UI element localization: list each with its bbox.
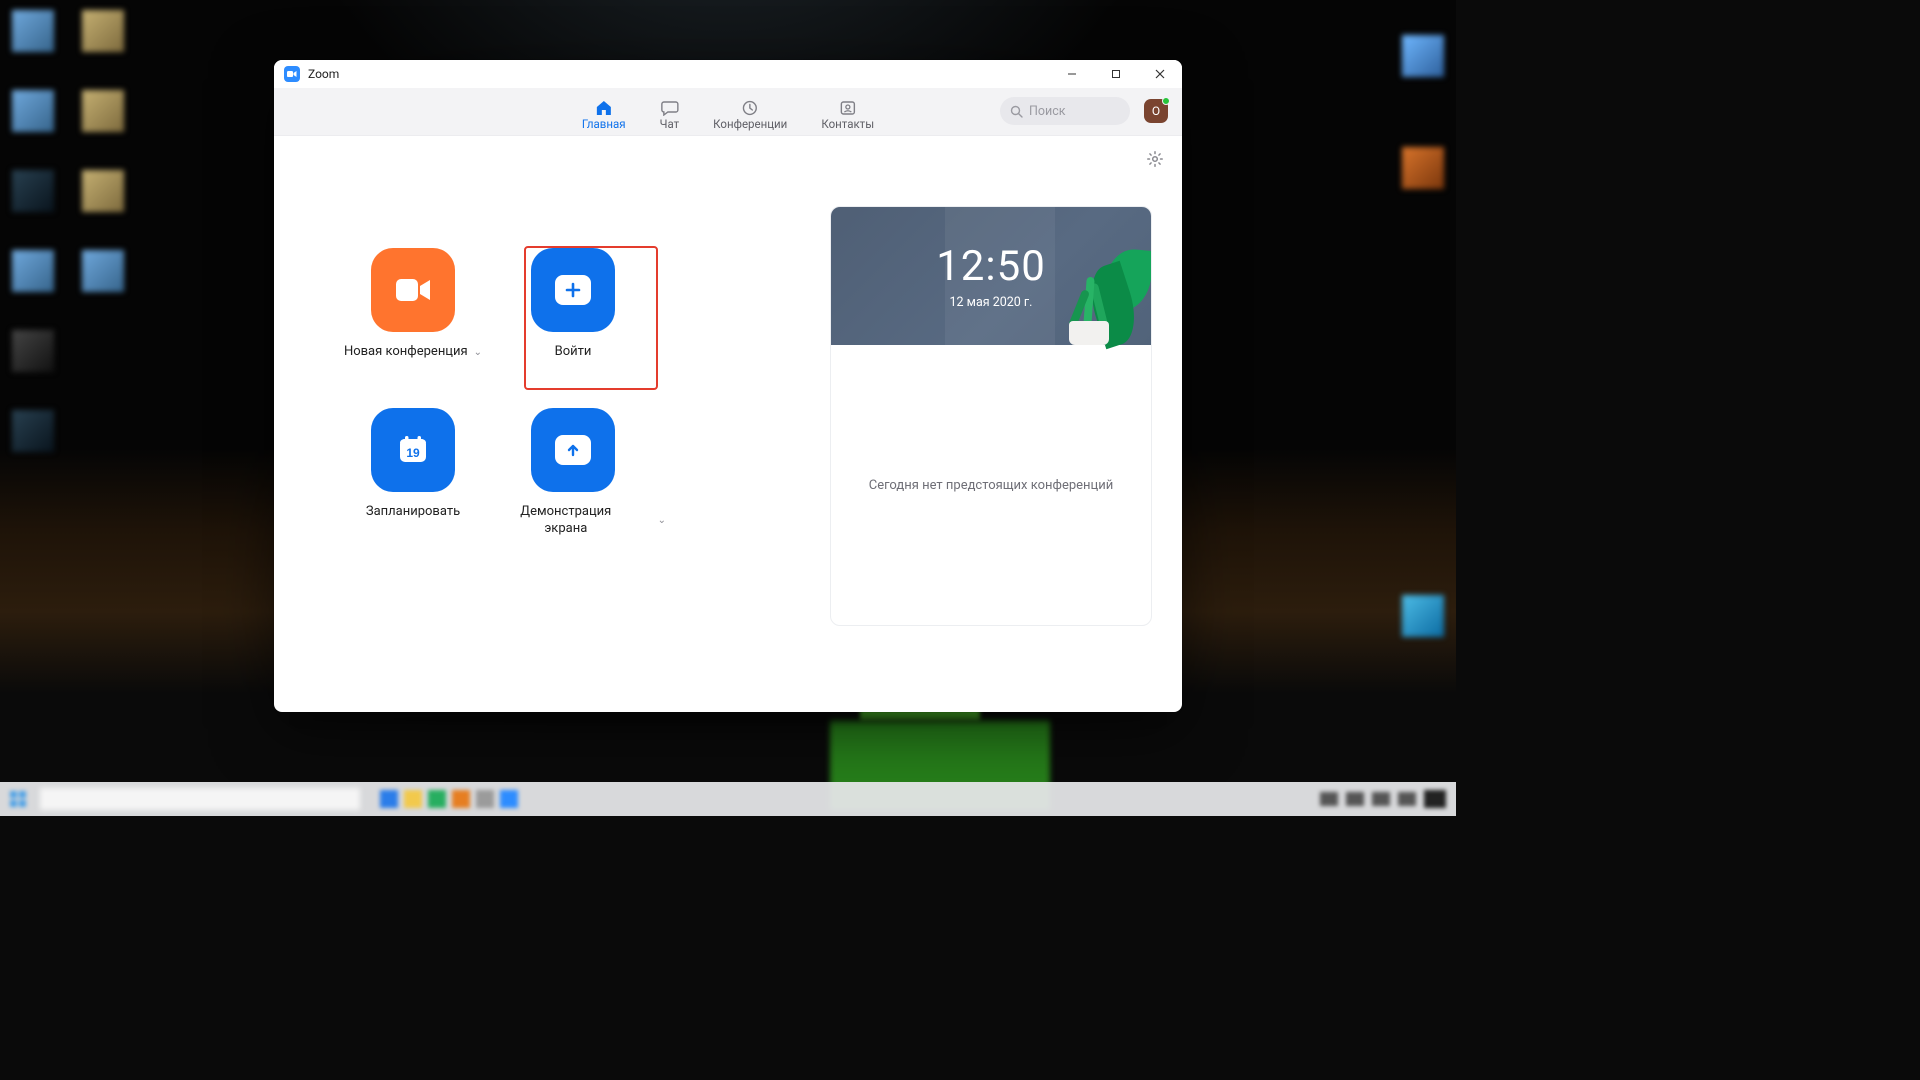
desktop-icon[interactable]: [82, 90, 124, 132]
plant-decoration: [1069, 321, 1109, 345]
schedule-button[interactable]: 19 Запланировать: [338, 408, 488, 568]
arrow-up-icon: [555, 435, 591, 465]
system-tray[interactable]: [1320, 790, 1446, 808]
join-tile[interactable]: [531, 248, 615, 332]
new-meeting-button[interactable]: Новая конференция ⌄: [338, 248, 488, 408]
clock-icon: [741, 100, 759, 116]
join-button[interactable]: Войти: [498, 248, 648, 408]
tray-icon[interactable]: [1346, 792, 1364, 806]
action-label: Запланировать: [366, 504, 460, 521]
schedule-tile[interactable]: 19: [371, 408, 455, 492]
desktop-icon[interactable]: [12, 90, 54, 132]
home-actions: Новая конференция ⌄ Войти: [338, 248, 648, 568]
content-area: Новая конференция ⌄ Войти: [274, 136, 1182, 712]
desktop-icon[interactable]: [12, 410, 54, 452]
taskbar-app-icon[interactable]: [452, 790, 470, 808]
taskbar-app-icon[interactable]: [476, 790, 494, 808]
desktop-icon[interactable]: [12, 250, 54, 292]
settings-button[interactable]: [1146, 150, 1164, 172]
taskbar-app-icon[interactable]: [404, 790, 422, 808]
plus-icon: [555, 275, 591, 305]
chevron-down-icon[interactable]: ⌄: [474, 346, 482, 359]
desktop-icon[interactable]: [12, 170, 54, 212]
maximize-button[interactable]: [1094, 60, 1138, 88]
tab-meetings[interactable]: Конференции: [711, 96, 789, 135]
tab-contacts[interactable]: Контакты: [819, 96, 876, 135]
tray-icon[interactable]: [1320, 792, 1338, 806]
share-screen-tile[interactable]: [531, 408, 615, 492]
desktop-icons-left: [12, 10, 124, 452]
window-shadow: [294, 714, 1162, 724]
desktop-icon[interactable]: [12, 10, 54, 52]
action-label: Войти: [555, 344, 592, 361]
start-button[interactable]: [0, 782, 36, 816]
titlebar[interactable]: Zoom: [274, 60, 1182, 88]
taskbar-search[interactable]: [40, 788, 360, 810]
action-label: Новая конференция: [344, 344, 468, 361]
presence-indicator: [1162, 97, 1170, 105]
desktop-icon[interactable]: [1402, 595, 1444, 637]
desktop-icon[interactable]: [12, 330, 54, 372]
tray-icon[interactable]: [1424, 790, 1446, 808]
chat-icon: [660, 100, 678, 116]
tray-icon[interactable]: [1398, 792, 1416, 806]
zoom-app-icon: [284, 66, 300, 82]
desktop-icon[interactable]: [1402, 147, 1444, 189]
svg-text:19: 19: [406, 446, 420, 460]
tab-home[interactable]: Главная: [580, 96, 628, 135]
chevron-down-icon[interactable]: ⌄: [658, 514, 666, 527]
desktop-icons-right: [1402, 35, 1444, 637]
tab-chat[interactable]: Чат: [658, 96, 682, 135]
video-icon: [392, 273, 434, 307]
new-meeting-tile[interactable]: [371, 248, 455, 332]
taskbar-app-icon[interactable]: [380, 790, 398, 808]
zoom-window: Zoom Главная Чат Конференции Контакты: [274, 60, 1182, 712]
desktop-icon[interactable]: [1402, 35, 1444, 77]
tab-label: Контакты: [821, 117, 874, 131]
share-screen-button[interactable]: Демонстрация экрана ⌄: [498, 408, 648, 568]
contacts-icon: [839, 100, 857, 116]
calendar-icon: 19: [391, 428, 435, 472]
desktop-icon[interactable]: [82, 250, 124, 292]
upcoming-card: 12:50 12 мая 2020 г. Сегодня нет предсто…: [830, 206, 1152, 626]
avatar-initial: О: [1152, 104, 1160, 118]
minimize-button[interactable]: [1050, 60, 1094, 88]
search-placeholder: Поиск: [1029, 104, 1066, 119]
close-button[interactable]: [1138, 60, 1182, 88]
clock-panel: 12:50 12 мая 2020 г.: [831, 207, 1151, 345]
action-label: Демонстрация экрана: [498, 504, 634, 538]
avatar[interactable]: О: [1144, 99, 1168, 123]
taskbar-pinned: [380, 790, 518, 808]
taskbar[interactable]: [0, 782, 1456, 816]
tray-icon[interactable]: [1372, 792, 1390, 806]
tab-label: Чат: [660, 117, 680, 131]
desktop-icon[interactable]: [82, 10, 124, 52]
window-title: Zoom: [308, 67, 339, 81]
desktop-icon[interactable]: [82, 170, 124, 212]
search-input[interactable]: Поиск: [1000, 97, 1130, 125]
home-icon: [595, 100, 613, 116]
taskbar-app-icon[interactable]: [428, 790, 446, 808]
taskbar-app-icon[interactable]: [500, 790, 518, 808]
no-meetings-text: Сегодня нет предстоящих конференций: [869, 478, 1114, 493]
tab-label: Конференции: [713, 117, 787, 131]
tab-bar: Главная Чат Конференции Контакты Поиск О: [274, 88, 1182, 136]
search-icon: [1010, 105, 1023, 118]
tab-label: Главная: [582, 117, 626, 131]
